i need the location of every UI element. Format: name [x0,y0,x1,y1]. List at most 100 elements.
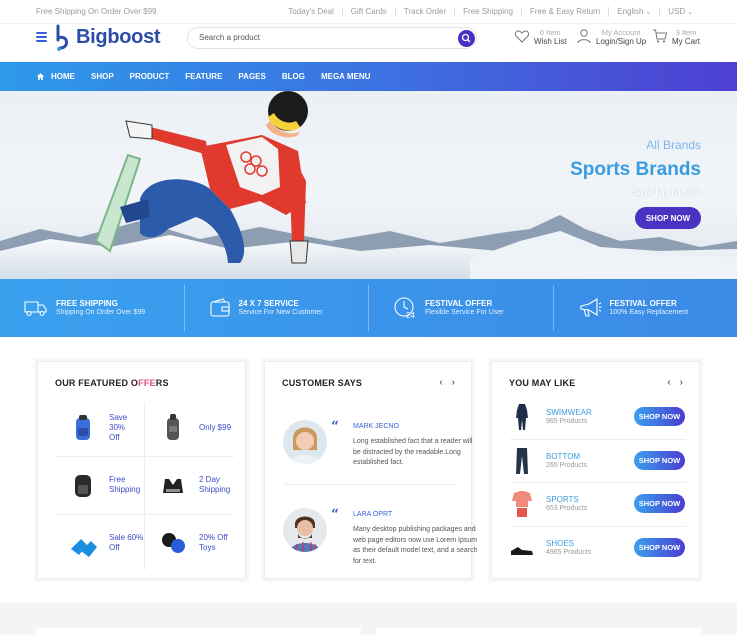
cart-label: My Cart [672,37,700,46]
svg-text:24: 24 [406,311,415,320]
like-item-swimwear: SWIMWEAR 965 Products SHOP NOW [510,395,686,438]
nav-mega-menu[interactable]: MEGA MENU [321,72,370,81]
backpack-icon [167,414,179,440]
heart-icon [514,30,530,43]
nav-pages[interactable]: PAGES [238,72,265,81]
next-arrow-icon[interactable]: › [452,377,455,388]
like-item-shoes: SHOES 4965 Products SHOP NOW [510,526,686,569]
review-carousel-arrows: ‹ › [430,377,455,388]
avatar [283,508,327,552]
wishlist-label: Wish List [534,37,567,46]
account-top: My Account [601,28,641,37]
cart[interactable]: 3 Item My Cart [652,28,700,47]
search-bar [187,27,477,49]
user-icon [577,29,591,44]
feature-sub: Shipping On Order Over $99 [56,309,146,316]
link-track-order[interactable]: Track Order [394,7,454,16]
you-may-like-panel: YOU MAY LIKE ‹ › SWIMWEAR 965 Products SH… [491,361,700,579]
category-name[interactable]: SHOES [546,539,591,548]
feature-title: FREE SHIPPING [56,299,118,308]
nav-feature[interactable]: FEATURE [185,72,222,81]
sports-bra-icon [163,479,183,493]
link-todays-deal[interactable]: Today's Deal [280,7,342,16]
clock-24-icon: 24 [394,297,415,320]
language-select[interactable]: English [608,6,659,17]
you-may-like-title: YOU MAY LIKE [509,378,576,388]
category-name[interactable]: SPORTS [546,495,587,504]
hero-title: Sports Brands [570,159,701,180]
link-free-shipping[interactable]: Free Shipping [454,7,521,16]
featured-offers-title: OUR FEATURED OFFERS [55,378,169,388]
product-count: 4965 Products [546,548,592,556]
link-easy-return[interactable]: Free & Easy Return [520,7,608,16]
next-card [376,628,701,635]
nav-home[interactable]: HOME [51,72,75,81]
search-input[interactable] [199,33,439,42]
logo-icon [56,24,68,51]
nav-shop[interactable]: SHOP [91,72,114,81]
login-signup-link[interactable]: Login/Sign Up [596,37,646,47]
like-item-bottom: BOTTOM 265 Products SHOP NOW [510,439,686,482]
link-gift-cards[interactable]: Gift Cards [341,7,395,16]
customer-says-title: CUSTOMER SAYS [282,378,363,388]
feature-free-shipping: FREE SHIPPING Shipping On Order Over $99 [0,285,185,331]
menu-icon[interactable] [36,32,47,44]
pants-icon [516,447,528,474]
like-carousel-arrows: ‹ › [658,377,683,388]
wishlist-count: 0 Item [539,28,561,37]
shop-now-button[interactable]: SHOP NOW [634,407,685,426]
backpack-icon [75,475,91,497]
hero-image [0,91,737,279]
offer-item[interactable]: Free Shipping [55,464,144,506]
offer-item[interactable]: 2 Day Shipping [145,464,234,506]
cart-count: 3 Item [675,28,697,37]
review-text: Long established fact that a reader will… [353,438,473,466]
offer-item[interactable]: 20% Off Toys [145,522,234,564]
shop-now-button[interactable]: SHOP NOW [634,494,685,513]
category-name[interactable]: SWIMWEAR [546,408,592,417]
review-text: Many desktop publishing packages and web… [353,526,478,565]
feature-festival: 24 FESTIVAL OFFER Flexible Service For U… [369,285,554,331]
flippers-icon [71,539,97,557]
boxing-gloves-icon [162,533,185,553]
category-name[interactable]: BOTTOM [546,452,587,461]
next-card [36,628,361,635]
feature-replacement: FESTIVAL OFFER 100% Easy Replacement [554,285,737,331]
backpack-icon [76,415,90,440]
hero-shop-now-button[interactable]: SHOP NOW [635,207,701,229]
search-button[interactable] [458,30,475,47]
next-arrow-icon[interactable]: › [680,377,683,388]
wishlist[interactable]: 0 Item Wish List [514,28,566,47]
feature-title: 24 X 7 SERVICE [238,299,299,308]
quote-icon: “ [331,419,340,435]
product-count: 265 Products [546,461,588,469]
header: Bigboost 0 Item Wish List My Account Log… [0,24,737,61]
account[interactable]: My Account Login/Sign Up [576,28,646,47]
reviewer-name: LARA OPRT [353,511,393,518]
feature-title: FESTIVAL OFFER [425,299,493,308]
like-item-sports: SPORTS 653 Products SHOP NOW [510,482,686,525]
currency-select[interactable]: USD [659,6,701,17]
features-strip: FREE SHIPPING Shipping On Order Over $99… [0,279,737,337]
featured-offers-panel: OUR FEATURED OFFERS Save 30% Off Only $99 [37,361,246,579]
hero-kicker: All Brands [646,138,701,152]
logo-text[interactable]: Bigboost [76,26,161,49]
prev-arrow-icon[interactable]: ‹ [439,377,442,388]
home-icon[interactable] [36,72,45,81]
offer-item[interactable]: Save 30% Off [55,407,144,449]
nav-blog[interactable]: BLOG [282,72,305,81]
cart-icon [653,29,668,43]
nav-product[interactable]: PRODUCT [130,72,170,81]
quote-icon: “ [331,507,340,523]
top-links: Today's Deal Gift Cards Track Order Free… [280,6,701,17]
prev-arrow-icon[interactable]: ‹ [667,377,670,388]
feature-sub: 100% Easy Replacement [609,309,689,316]
shop-now-button[interactable]: SHOP NOW [634,538,685,557]
shoe-icon [511,546,533,555]
product-count: 965 Products [546,417,588,425]
hero-banner: All Brands Sports Brands Save Up To 50% … [0,91,737,279]
offer-item[interactable]: Sale 60% Off [55,522,144,564]
shop-now-button[interactable]: SHOP NOW [634,451,685,470]
customer-says-panel: CUSTOMER SAYS ‹ › “ MARK JECNO Long estab… [264,361,478,579]
offer-item[interactable]: Only $99 [145,407,234,449]
